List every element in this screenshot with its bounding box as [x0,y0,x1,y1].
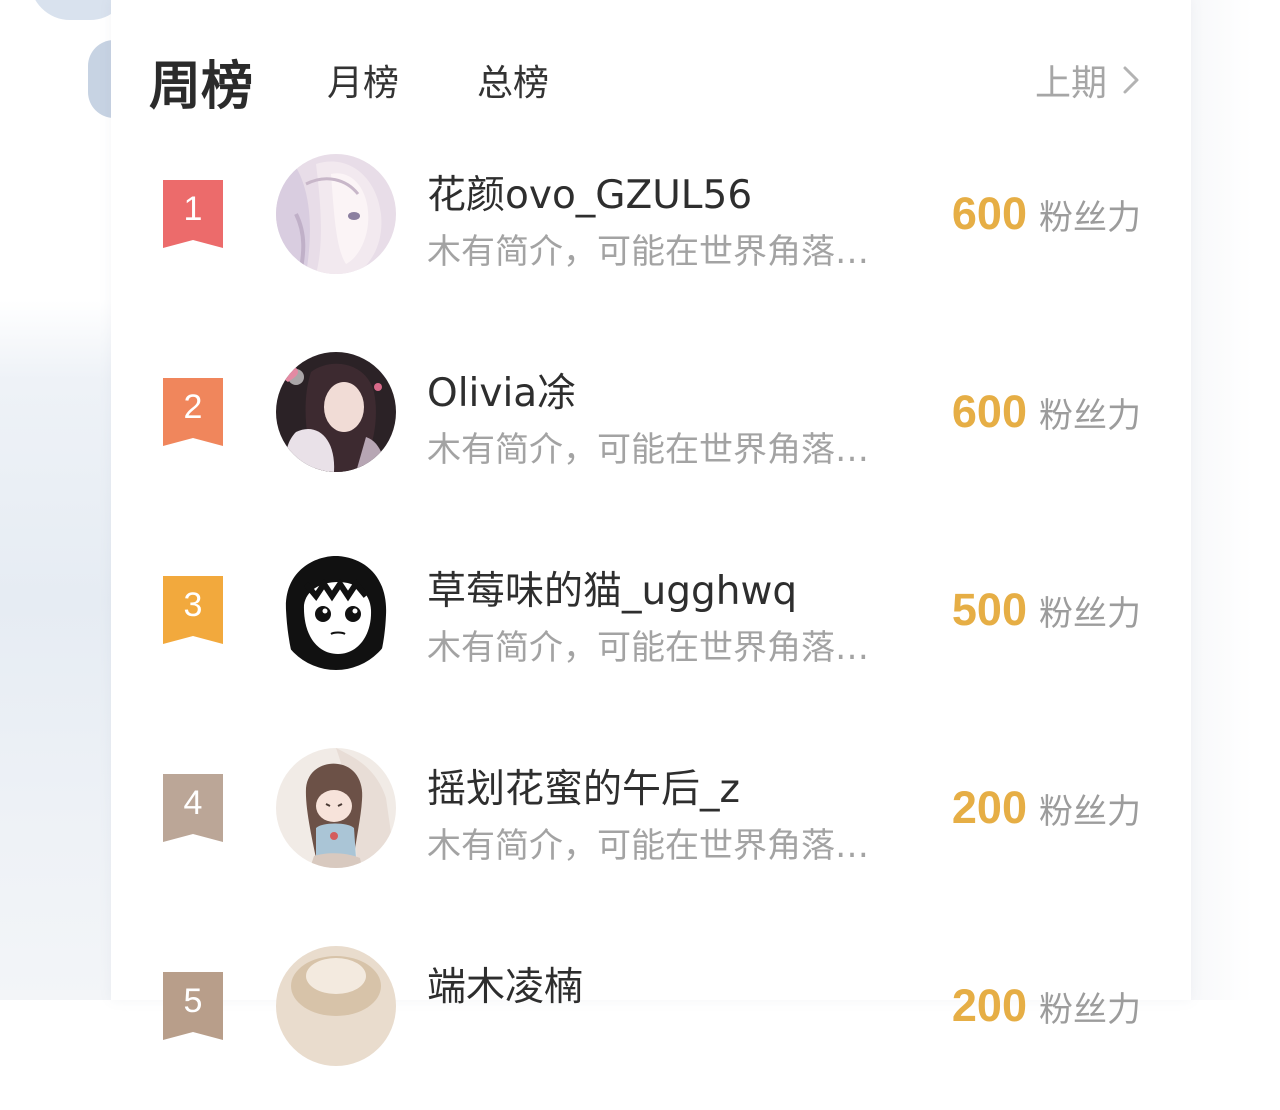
ribbon-badge-icon: 1 [163,180,223,250]
fan-power-score: 500 粉丝力 [952,584,1141,636]
tab-month[interactable]: 月榜 [327,54,399,106]
score-value: 600 [951,188,1027,239]
ranking-row[interactable]: 2 Olivia凃 木有简介，可能在世界角落… 600 粉丝力 [111,318,1191,516]
score-unit: 粉丝力 [1039,990,1141,1030]
ranking-row[interactable]: 4 摇划花蜜的午后_z 木有简介，可能在世界角落… 200 粉丝力 [111,714,1191,912]
ranking-row[interactable]: 1 花颜ovo_GZUL56 木有简介，可能在世界角落… 600 粉丝力 [111,120,1191,318]
ribbon-badge-icon: 4 [163,774,223,844]
score-value: 500 [951,584,1027,635]
score-unit: 粉丝力 [1039,396,1141,436]
user-name[interactable]: 花颜ovo_GZUL56 [427,164,752,220]
leaderboard-card: 周榜 月榜 总榜 上期 1 花颜ovo_GZUL56 木有简介，可能在世界角落…… [111,0,1191,1066]
previous-period-label: 上期 [1034,63,1107,104]
avatar[interactable] [276,550,396,670]
ranking-row[interactable]: 3 草莓味的猫_ugghwq 木有简介，可能在世界角落… 500 粉丝力 [111,516,1191,714]
leaderboard-tabs: 周榜 月榜 总榜 上期 [149,42,1141,117]
ribbon-badge-icon: 2 [163,378,223,448]
score-value: 200 [951,980,1027,1031]
score-value: 600 [951,386,1027,437]
user-bio: 木有简介，可能在世界角落… [427,826,869,866]
user-bio: 木有简介，可能在世界角落… [427,628,869,668]
avatar[interactable] [276,352,396,472]
score-value: 200 [951,782,1027,833]
previous-period-link[interactable]: 上期 [1035,54,1141,106]
score-unit: 粉丝力 [1039,792,1141,832]
avatar[interactable] [276,748,396,868]
rank-number: 1 [183,190,203,228]
user-name[interactable]: Olivia凃 [427,362,576,418]
score-unit: 粉丝力 [1039,198,1141,238]
rank-number: 3 [183,586,203,624]
avatar[interactable] [276,154,396,274]
user-name[interactable]: 摇划花蜜的午后_z [427,758,740,814]
user-bio: 木有简介，可能在世界角落… [427,430,869,470]
fan-power-score: 200 粉丝力 [952,980,1141,1032]
ranking-row[interactable]: 5 端木凌楠 200 粉丝力 [111,912,1191,1110]
user-bio: 木有简介，可能在世界角落… [427,232,869,272]
ribbon-badge-icon: 3 [163,576,223,646]
tab-week[interactable]: 周榜 [149,44,253,119]
avatar[interactable] [276,946,396,1066]
tab-total[interactable]: 总榜 [477,54,549,106]
fan-power-score: 200 粉丝力 [952,782,1141,834]
chevron-right-icon [1121,64,1141,96]
fan-power-score: 600 粉丝力 [952,386,1141,438]
fan-power-score: 600 粉丝力 [952,188,1141,240]
rank-number: 2 [183,388,203,426]
user-name[interactable]: 端木凌楠 [427,956,583,1012]
rank-number: 5 [183,982,203,1020]
user-name[interactable]: 草莓味的猫_ugghwq [427,560,797,616]
ribbon-badge-icon: 5 [163,972,223,1042]
background-right [1190,0,1280,1000]
rank-number: 4 [183,784,203,822]
score-unit: 粉丝力 [1039,594,1141,634]
